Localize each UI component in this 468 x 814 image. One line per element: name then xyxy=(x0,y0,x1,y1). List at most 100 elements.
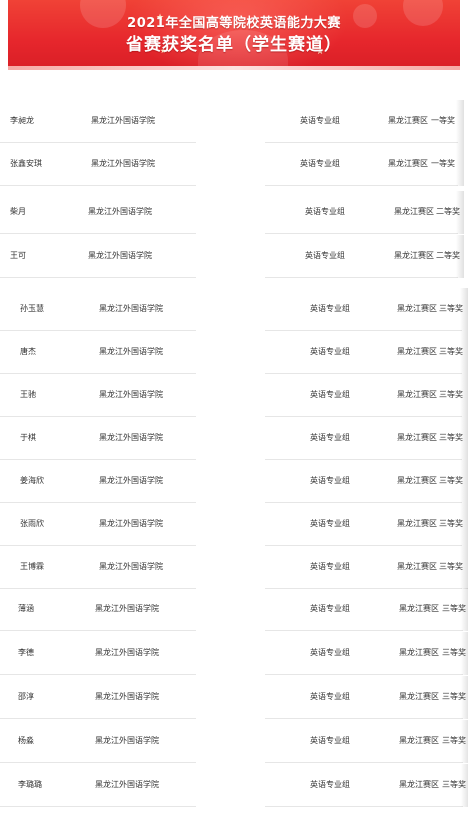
row-edge-shadow xyxy=(456,191,464,234)
row-name: 王可 xyxy=(10,250,26,260)
row-divider xyxy=(0,277,196,278)
row-name: 张雨欣 xyxy=(20,518,44,528)
row-group: 英语专业组 xyxy=(310,779,350,789)
row-school: 黑龙江外国语学院 xyxy=(88,250,152,260)
row-school: 黑龙江外国语学院 xyxy=(91,115,155,125)
row-group: 英语专业组 xyxy=(305,206,345,216)
row-school: 黑龙江外国语学院 xyxy=(99,518,163,528)
row-award: 一等奖 xyxy=(431,115,455,125)
row-region: 黑龙江赛区 xyxy=(394,206,434,216)
row-edge-shadow xyxy=(460,417,468,460)
row-region: 黑龙江赛区 xyxy=(397,432,437,442)
table-row: 李璐璐 黑龙江外国语学院 英语专业组 黑龙江赛区 三等奖 xyxy=(0,764,468,807)
row-edge-shadow xyxy=(456,100,464,143)
row-name: 于棋 xyxy=(20,432,36,442)
row-edge-shadow xyxy=(461,720,468,763)
row-edge-shadow xyxy=(460,331,468,374)
row-group: 英语专业组 xyxy=(310,735,350,745)
table-row: 于棋 黑龙江外国语学院 英语专业组 黑龙江赛区 三等奖 xyxy=(0,417,468,460)
row-edge-shadow xyxy=(460,374,468,417)
row-edge-shadow xyxy=(460,288,468,331)
row-name: 孙玉慧 xyxy=(20,303,44,313)
row-region: 黑龙江赛区 xyxy=(397,518,437,528)
row-edge-shadow xyxy=(460,546,468,589)
row-school: 黑龙江外国语学院 xyxy=(99,475,163,485)
row-divider xyxy=(265,718,463,719)
row-group: 英语专业组 xyxy=(310,518,350,528)
row-school: 黑龙江外国语学院 xyxy=(95,603,159,613)
table-row: 杨淼 黑龙江外国语学院 英语专业组 黑龙江赛区 三等奖 xyxy=(0,720,468,763)
row-group: 英语专业组 xyxy=(300,158,340,168)
table-row: 唐杰 黑龙江外国语学院 英语专业组 黑龙江赛区 三等奖 xyxy=(0,331,468,374)
row-divider xyxy=(265,630,463,631)
row-region: 黑龙江赛区 xyxy=(397,346,437,356)
banner-bottom-strip xyxy=(8,66,460,70)
table-row: 张鑫安琪 黑龙江外国语学院 英语专业组 黑龙江赛区 一等奖 xyxy=(0,143,468,186)
row-name: 邵淳 xyxy=(18,691,34,701)
row-name: 李德 xyxy=(18,647,34,657)
row-divider xyxy=(0,185,196,186)
row-name: 柴月 xyxy=(10,206,26,216)
row-region: 黑龙江赛区 xyxy=(397,303,437,313)
row-group: 英语专业组 xyxy=(310,389,350,399)
row-group: 英语专业组 xyxy=(310,432,350,442)
table-row: 王可 黑龙江外国语学院 英语专业组 黑龙江赛区 二等奖 xyxy=(0,235,468,278)
row-region: 黑龙江赛区 xyxy=(397,389,437,399)
row-region: 黑龙江赛区 xyxy=(388,158,428,168)
row-school: 黑龙江外国语学院 xyxy=(99,561,163,571)
row-divider xyxy=(0,762,196,763)
row-region: 黑龙江赛区 xyxy=(397,475,437,485)
row-school: 黑龙江外国语学院 xyxy=(99,389,163,399)
table-row: 姜海欣 黑龙江外国语学院 英语专业组 黑龙江赛区 三等奖 xyxy=(0,460,468,503)
row-divider xyxy=(0,233,196,234)
row-school: 黑龙江外国语学院 xyxy=(95,647,159,657)
row-edge-shadow xyxy=(461,632,468,675)
row-award: 一等奖 xyxy=(431,158,455,168)
row-group: 英语专业组 xyxy=(310,647,350,657)
row-edge-shadow xyxy=(460,503,468,546)
row-divider xyxy=(265,806,463,807)
page-subtitle: 省赛获奖名单（学生赛道） xyxy=(126,35,342,55)
row-region: 黑龙江赛区 xyxy=(399,779,439,789)
row-divider xyxy=(265,762,463,763)
row-region: 黑龙江赛区 xyxy=(399,735,439,745)
row-divider xyxy=(0,674,196,675)
row-name: 王驰 xyxy=(20,389,36,399)
row-school: 黑龙江外国语学院 xyxy=(95,691,159,701)
table-row: 邵淳 黑龙江外国语学院 英语专业组 黑龙江赛区 三等奖 xyxy=(0,676,468,719)
row-school: 黑龙江外国语学院 xyxy=(95,779,159,789)
row-school: 黑龙江外国语学院 xyxy=(88,206,152,216)
row-divider xyxy=(0,806,196,807)
row-divider xyxy=(265,277,458,278)
row-region: 黑龙江赛区 xyxy=(388,115,428,125)
row-group: 英语专业组 xyxy=(310,475,350,485)
row-group: 英语专业组 xyxy=(300,115,340,125)
row-name: 李昶龙 xyxy=(10,115,34,125)
table-row: 王博霖 黑龙江外国语学院 英语专业组 黑龙江赛区 三等奖 xyxy=(0,546,468,589)
row-region: 黑龙江赛区 xyxy=(394,250,434,260)
row-school: 黑龙江外国语学院 xyxy=(99,346,163,356)
row-group: 英语专业组 xyxy=(310,346,350,356)
row-group: 英语专业组 xyxy=(310,603,350,613)
row-edge-shadow xyxy=(456,235,464,278)
table-row: 张雨欣 黑龙江外国语学院 英语专业组 黑龙江赛区 三等奖 xyxy=(0,503,468,546)
row-school: 黑龙江外国语学院 xyxy=(99,432,163,442)
row-edge-shadow xyxy=(461,588,468,631)
table-row: 王驰 黑龙江外国语学院 英语专业组 黑龙江赛区 三等奖 xyxy=(0,374,468,417)
table-row: 李德 黑龙江外国语学院 英语专业组 黑龙江赛区 三等奖 xyxy=(0,632,468,675)
row-school: 黑龙江外国语学院 xyxy=(95,735,159,745)
row-school: 黑龙江外国语学院 xyxy=(91,158,155,168)
row-divider xyxy=(265,185,458,186)
row-group: 英语专业组 xyxy=(305,250,345,260)
row-group: 英语专业组 xyxy=(310,691,350,701)
row-name: 唐杰 xyxy=(20,346,36,356)
row-name: 杨淼 xyxy=(18,735,34,745)
row-divider xyxy=(265,233,458,234)
row-divider xyxy=(265,674,463,675)
header-banner: ★ ★ ★ ★ 2021年全国高等院校英语能力大赛 省赛获奖名单（学生赛道） xyxy=(8,0,460,70)
row-divider xyxy=(0,630,196,631)
row-region: 黑龙江赛区 xyxy=(399,691,439,701)
table-row: 孙玉慧 黑龙江外国语学院 英语专业组 黑龙江赛区 三等奖 xyxy=(0,288,468,331)
page-title: 2021年全国高等院校英语能力大赛 xyxy=(127,16,341,31)
row-edge-shadow xyxy=(456,143,464,186)
